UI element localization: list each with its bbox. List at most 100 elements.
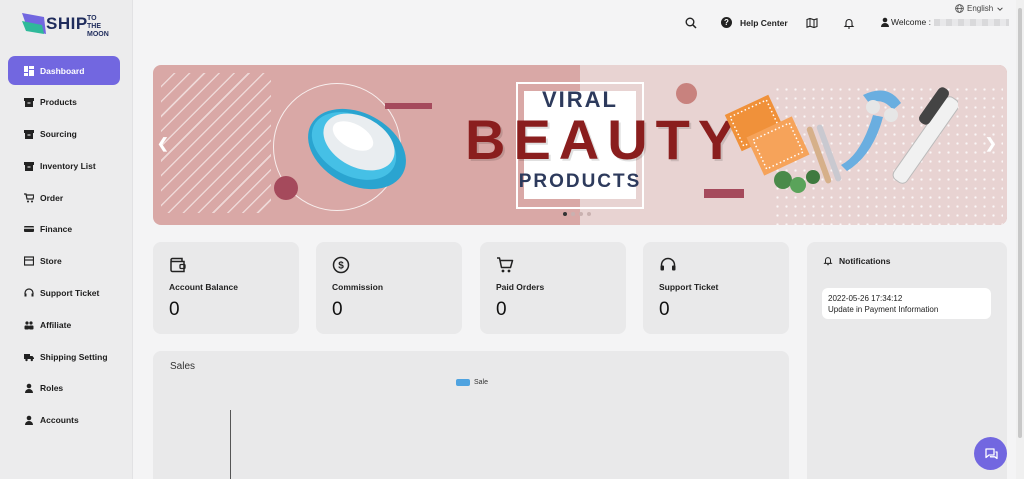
user-icon: [881, 17, 889, 27]
sidebar: SHIP TO THE MOON Dashboard Products Sourc…: [0, 0, 133, 479]
notification-date: 2022-05-26 17:34:12: [828, 294, 903, 303]
dashboard-icon: [24, 65, 34, 76]
stat-value: 0: [169, 299, 180, 320]
stat-card-paid-orders[interactable]: Paid Orders 0: [480, 242, 626, 334]
stat-label: Commission: [332, 282, 384, 292]
sidebar-item-label: Shipping Setting: [40, 351, 108, 362]
welcome-label: Welcome :: [891, 17, 931, 27]
carousel-dot[interactable]: [571, 212, 575, 216]
chart-legend[interactable]: Sale: [456, 379, 488, 386]
notifications-title: Notifications: [839, 255, 891, 266]
map-icon[interactable]: [806, 17, 818, 29]
stat-card-account-balance[interactable]: Account Balance 0: [153, 242, 299, 334]
sidebar-item-label: Sourcing: [40, 129, 77, 140]
headset-icon: [660, 257, 676, 271]
sidebar-item-products[interactable]: Products: [8, 88, 120, 117]
sidebar-item-support-ticket[interactable]: Support Ticket: [8, 279, 120, 308]
globe-icon: [955, 4, 964, 13]
logo-mark-icon: [22, 13, 46, 34]
chart-y-axis: [230, 410, 231, 479]
sidebar-item-label: Finance: [40, 224, 73, 235]
sidebar-item-label: Inventory List: [40, 160, 96, 171]
language-selector[interactable]: English: [955, 4, 1004, 13]
sidebar-menu: Dashboard Products Sourcing Inventory Li…: [8, 56, 120, 438]
stat-label: Paid Orders: [496, 282, 545, 292]
sidebar-item-label: Products: [40, 97, 77, 108]
bell-icon: [823, 257, 833, 266]
sidebar-item-label: Order: [40, 192, 64, 203]
sidebar-item-accounts[interactable]: Accounts: [8, 406, 120, 435]
beauty-tools-product-image: [724, 87, 958, 193]
sidebar-item-label: Affiliate: [40, 319, 72, 330]
sidebar-item-inventory-list[interactable]: Inventory List: [8, 151, 120, 180]
banner-accent-dot: [274, 176, 298, 200]
brand-name: SHIP: [46, 14, 88, 33]
question-icon: ?: [721, 17, 732, 28]
promo-banner[interactable]: VIRAL BEAUTY PRODUCTS ❮ ❯: [153, 65, 1007, 225]
people-icon: [24, 320, 34, 330]
banner-prev-arrow[interactable]: ❮: [157, 135, 169, 152]
stat-card-commission[interactable]: $ Commission 0: [316, 242, 462, 334]
box-icon: [24, 161, 34, 171]
username-redacted: [934, 18, 1009, 26]
sidebar-item-sourcing[interactable]: Sourcing: [8, 120, 120, 149]
carousel-dot[interactable]: [587, 212, 591, 216]
bell-icon[interactable]: [843, 17, 855, 29]
sidebar-item-label: Dashboard: [40, 65, 85, 76]
help-center-label: Help Center: [740, 17, 788, 28]
stat-value: 0: [659, 299, 670, 320]
notification-text: Update in Payment Information: [828, 305, 939, 314]
chat-support-button[interactable]: [974, 437, 1007, 470]
carousel-indicators: [563, 212, 591, 216]
box-icon: [24, 129, 34, 140]
banner-accent-dot: [676, 83, 697, 104]
svg-text:$: $: [338, 261, 344, 272]
headset-icon: [24, 288, 34, 298]
sidebar-item-finance[interactable]: Finance: [8, 215, 120, 244]
stat-value: 0: [496, 299, 507, 320]
carousel-dot[interactable]: [563, 212, 567, 216]
brand-tagline: TO THE MOON: [87, 15, 109, 38]
card-icon: [24, 224, 34, 234]
sidebar-item-order[interactable]: Order: [8, 183, 120, 212]
dollar-icon: $: [332, 256, 350, 274]
stat-value: 0: [332, 299, 343, 320]
scrollbar-thumb[interactable]: [1018, 8, 1022, 438]
sidebar-item-affiliate[interactable]: Affiliate: [8, 310, 120, 339]
notification-item[interactable]: 2022-05-26 17:34:12 Update in Payment In…: [822, 288, 991, 319]
banner-headline: BEAUTY: [465, 108, 744, 171]
user-icon: [24, 383, 34, 394]
brand-logo[interactable]: SHIP TO THE MOON: [22, 12, 112, 38]
cart-icon: [24, 193, 34, 203]
carousel-dot[interactable]: [579, 212, 583, 216]
hair-eraser-product-image: [308, 108, 406, 190]
banner-next-arrow[interactable]: ❯: [985, 135, 997, 152]
sidebar-item-store[interactable]: Store: [8, 247, 120, 276]
cart-icon: [497, 257, 514, 273]
store-icon: [24, 256, 34, 266]
sidebar-item-dashboard[interactable]: Dashboard: [8, 56, 120, 85]
sales-chart-panel: Sales Sale: [153, 351, 789, 479]
sidebar-item-label: Roles: [40, 383, 64, 394]
legend-label: Sale: [474, 379, 489, 386]
box-icon: [24, 97, 34, 108]
sales-title: Sales: [170, 361, 196, 372]
stat-label: Account Balance: [169, 282, 238, 292]
sidebar-item-shipping-setting[interactable]: Shipping Setting: [8, 342, 120, 371]
search-icon[interactable]: [685, 17, 697, 29]
sidebar-item-roles[interactable]: Roles: [8, 374, 120, 403]
wallet-icon: [170, 257, 186, 273]
stat-card-support-ticket[interactable]: Support Ticket 0: [643, 242, 789, 334]
user-menu[interactable]: Welcome :: [880, 17, 1009, 27]
legend-swatch: [456, 379, 470, 386]
help-center-link[interactable]: ? Help Center: [721, 17, 788, 28]
sidebar-item-label: Accounts: [40, 415, 79, 426]
banner-stripe-pattern: [161, 73, 271, 213]
sidebar-item-label: Store: [40, 256, 62, 267]
language-label: English: [967, 4, 994, 13]
chat-icon: [984, 447, 998, 459]
chevron-down-icon: [997, 6, 1003, 11]
stat-label: Support Ticket: [659, 282, 719, 292]
page-scrollbar[interactable]: [1016, 0, 1024, 479]
truck-icon: [24, 352, 34, 362]
